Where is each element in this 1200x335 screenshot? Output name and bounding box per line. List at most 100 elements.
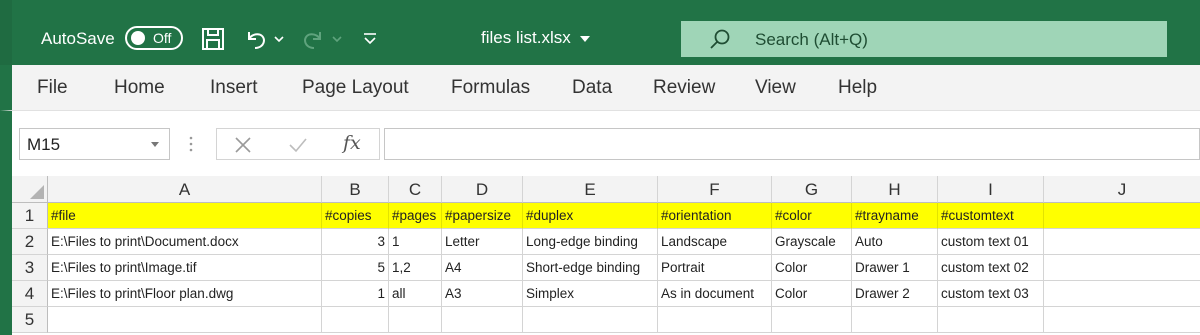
cell-b4[interactable]: 1 (322, 281, 389, 307)
autosave-toggle[interactable]: Off (125, 26, 183, 50)
cell-h1[interactable]: #trayname (852, 203, 938, 229)
cell-j2[interactable] (1044, 229, 1200, 255)
save-icon[interactable] (200, 26, 226, 52)
column-header-e[interactable]: E (523, 176, 658, 203)
column-header-c[interactable]: C (389, 176, 442, 203)
search-box[interactable]: Search (Alt+Q) (681, 21, 1167, 57)
cell-a5[interactable] (48, 307, 322, 333)
more-options-icon[interactable] (189, 134, 193, 154)
cell-d1[interactable]: #papersize (442, 203, 523, 229)
column-header-f[interactable]: F (658, 176, 772, 203)
chevron-down-icon[interactable] (151, 142, 159, 147)
column-header-b[interactable]: B (322, 176, 389, 203)
cell-e5[interactable] (523, 307, 658, 333)
tab-help[interactable]: Help (838, 77, 877, 99)
tab-review[interactable]: Review (653, 77, 715, 99)
cell-f1[interactable]: #orientation (658, 203, 772, 229)
cell-i2[interactable]: custom text 01 (938, 229, 1044, 255)
cell-i5[interactable] (938, 307, 1044, 333)
cell-j4[interactable] (1044, 281, 1200, 307)
tab-file[interactable]: File (37, 77, 68, 99)
cell-f2[interactable]: Landscape (658, 229, 772, 255)
column-header-h[interactable]: H (852, 176, 938, 203)
cell-b2[interactable]: 3 (322, 229, 389, 255)
tab-formulas[interactable]: Formulas (451, 77, 530, 99)
row-header-4[interactable]: 4 (12, 281, 48, 307)
autosave-state: Off (153, 30, 172, 46)
tab-insert[interactable]: Insert (210, 77, 258, 99)
redo-dropdown-icon[interactable] (330, 26, 344, 52)
row-header-5[interactable]: 5 (12, 307, 48, 333)
cell-c5[interactable] (389, 307, 442, 333)
search-placeholder: Search (Alt+Q) (755, 30, 868, 49)
cell-g5[interactable] (772, 307, 852, 333)
formula-input[interactable] (384, 128, 1200, 160)
cell-e1[interactable]: #duplex (523, 203, 658, 229)
cell-i3[interactable]: custom text 02 (938, 255, 1044, 281)
undo-dropdown-icon[interactable] (272, 26, 286, 52)
tab-page-layout[interactable]: Page Layout (302, 77, 409, 99)
column-header-i[interactable]: I (938, 176, 1044, 203)
cell-a2[interactable]: E:\Files to print\Document.docx (48, 229, 322, 255)
cell-j5[interactable] (1044, 307, 1200, 333)
column-header-a[interactable]: A (48, 176, 322, 203)
column-header-j[interactable]: J (1044, 176, 1200, 203)
tab-home[interactable]: Home (114, 77, 165, 99)
row-header-2[interactable]: 2 (12, 229, 48, 255)
row-header-1[interactable]: 1 (12, 203, 48, 229)
cell-g4[interactable]: Color (772, 281, 852, 307)
cell-i1[interactable]: #customtext (938, 203, 1044, 229)
cell-e3[interactable]: Short-edge binding (523, 255, 658, 281)
tab-data[interactable]: Data (572, 77, 612, 99)
cell-e2[interactable]: Long-edge binding (523, 229, 658, 255)
cell-h4[interactable]: Drawer 2 (852, 281, 938, 307)
cancel-icon[interactable] (234, 136, 252, 154)
cell-b3[interactable]: 5 (322, 255, 389, 281)
search-icon (710, 29, 730, 49)
cell-b5[interactable] (322, 307, 389, 333)
cell-d4[interactable]: A3 (442, 281, 523, 307)
cell-f5[interactable] (658, 307, 772, 333)
cell-c1[interactable]: #pages (389, 203, 442, 229)
cell-c3[interactable]: 1,2 (389, 255, 442, 281)
cell-i4[interactable]: custom text 03 (938, 281, 1044, 307)
cell-a3[interactable]: E:\Files to print\Image.tif (48, 255, 322, 281)
tab-view[interactable]: View (755, 77, 796, 99)
cell-e4[interactable]: Simplex (523, 281, 658, 307)
name-box[interactable]: M15 (19, 128, 170, 160)
customize-toolbar-icon[interactable] (361, 26, 379, 52)
name-box-value: M15 (27, 135, 61, 154)
toggle-knob (131, 31, 145, 45)
cell-c2[interactable]: 1 (389, 229, 442, 255)
cell-d3[interactable]: A4 (442, 255, 523, 281)
enter-icon[interactable] (288, 136, 308, 154)
cell-g3[interactable]: Color (772, 255, 852, 281)
formula-buttons: fx (216, 128, 380, 160)
cell-h2[interactable]: Auto (852, 229, 938, 255)
cell-c4[interactable]: all (389, 281, 442, 307)
select-all-icon (30, 185, 44, 199)
chevron-down-icon[interactable] (580, 36, 590, 42)
insert-function-icon[interactable]: fx (343, 132, 361, 154)
cell-j3[interactable] (1044, 255, 1200, 281)
column-header-d[interactable]: D (442, 176, 523, 203)
cell-a4[interactable]: E:\Files to print\Floor plan.dwg (48, 281, 322, 307)
row-header-3[interactable]: 3 (12, 255, 48, 281)
cell-j1[interactable] (1044, 203, 1200, 229)
cell-f4[interactable]: As in document (658, 281, 772, 307)
select-all-button[interactable] (12, 176, 48, 203)
cell-b1[interactable]: #copies (322, 203, 389, 229)
cell-g1[interactable]: #color (772, 203, 852, 229)
cell-g2[interactable]: Grayscale (772, 229, 852, 255)
cell-h5[interactable] (852, 307, 938, 333)
column-header-g[interactable]: G (772, 176, 852, 203)
cell-d2[interactable]: Letter (442, 229, 523, 255)
file-title[interactable]: files list.xlsx (481, 28, 571, 48)
autosave-label: AutoSave (41, 29, 115, 48)
undo-icon[interactable] (243, 26, 269, 52)
cell-a1[interactable]: #file (48, 203, 322, 229)
cell-f3[interactable]: Portrait (658, 255, 772, 281)
cell-d5[interactable] (442, 307, 523, 333)
cell-h3[interactable]: Drawer 1 (852, 255, 938, 281)
redo-icon[interactable] (300, 26, 326, 52)
